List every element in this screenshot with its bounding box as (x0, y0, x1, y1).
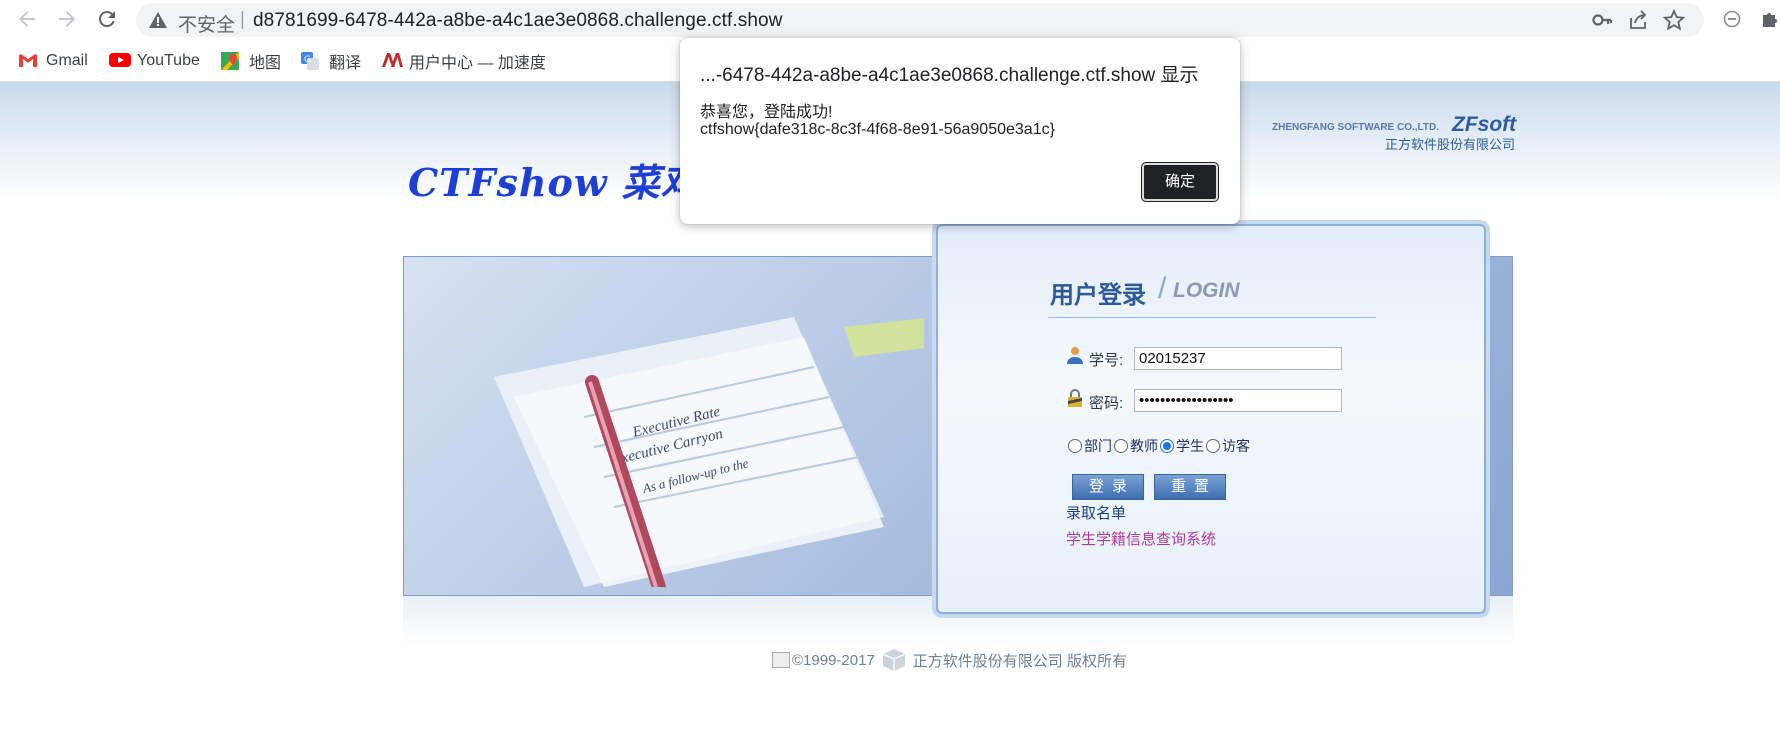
role-label: 教师 (1130, 438, 1158, 454)
share-icon[interactable] (1627, 9, 1649, 31)
star-icon[interactable] (1662, 8, 1686, 31)
dialog-ok-button[interactable]: 确定 (1142, 163, 1218, 201)
security-label[interactable]: 不安全 (178, 10, 235, 37)
login-button[interactable]: 登录 (1072, 474, 1144, 500)
bookmark-gmail[interactable]: Gmail (18, 50, 88, 72)
forward-arrow-icon[interactable] (54, 7, 80, 33)
login-divider (1048, 317, 1376, 318)
login-title-en: LOGIN (1173, 279, 1240, 302)
address-bar[interactable]: 不安全 | d8781699-6478-442a-a8be-a4c1ae3e08… (136, 3, 1704, 37)
bookmark-label: Gmail (46, 52, 88, 69)
password-input[interactable] (1134, 389, 1342, 412)
warning-icon[interactable] (148, 10, 168, 30)
svg-text:G: G (304, 55, 311, 65)
radio-button[interactable] (1114, 439, 1128, 453)
accel-icon (381, 52, 403, 70)
student-records-link[interactable]: 学生学籍信息查询系统 (1066, 528, 1216, 549)
url-text[interactable]: d8781699-6478-442a-a8be-a4c1ae3e0868.cha… (253, 10, 782, 32)
dialog-message: 恭喜您，登陆成功! (700, 104, 833, 121)
bookmark-label: YouTube (137, 52, 200, 69)
footer: ©1999-2017 正方软件股份有限公司 版权所有 (772, 648, 1127, 672)
reset-button[interactable]: 重置 (1154, 474, 1226, 500)
papers-pen-illustration: Executive Rate Executive Carryon As a fo… (494, 317, 924, 587)
youtube-icon (109, 52, 131, 70)
role-radio-teacher[interactable]: 教师 (1114, 436, 1158, 456)
minus-circle-icon[interactable] (1722, 9, 1744, 31)
login-title-divider: / (1158, 272, 1167, 305)
broken-image-icon (772, 652, 790, 668)
student-id-label: 学号: (1089, 352, 1124, 369)
company-name-en: ZHENGFANG SOFTWARE CO.,LTD. (1272, 122, 1440, 133)
bookmark-label: 地图 (249, 55, 282, 72)
role-label: 学生 (1176, 438, 1204, 454)
footer-copyright: ©1999-2017 (792, 651, 875, 669)
dialog-title: ...-6478-442a-a8be-a4c1ae3e0868.challeng… (700, 65, 1199, 86)
translate-icon: G (301, 52, 321, 70)
password-label: 密码: (1089, 395, 1124, 412)
bookmark-youtube[interactable]: YouTube (109, 50, 200, 72)
role-radio-department[interactable]: 部门 (1068, 436, 1112, 456)
company-cube-icon (881, 648, 907, 672)
gmail-icon (18, 52, 38, 70)
bookmark-label: 用户中心 — 加速度 (409, 55, 546, 72)
reload-icon[interactable] (94, 7, 120, 33)
radio-button[interactable] (1068, 439, 1082, 453)
bookmark-label: 翻译 (329, 55, 362, 72)
login-title: 用户登录 (1050, 282, 1146, 309)
admission-list-link[interactable]: 录取名单 (1066, 502, 1126, 523)
maps-icon (221, 52, 241, 70)
omnibox-separator: | (240, 9, 245, 30)
role-label: 部门 (1084, 438, 1112, 454)
role-radio-visitor[interactable]: 访客 (1206, 436, 1250, 456)
extensions-icon[interactable] (1760, 9, 1780, 31)
back-arrow-icon[interactable] (14, 7, 40, 33)
dialog-flag-text: ctfshow{dafe318c-8c3f-4f68-8e91-56a9050e… (700, 121, 1055, 138)
bookmark-accel[interactable]: 用户中心 — 加速度 (381, 50, 546, 72)
lock-icon (1066, 389, 1084, 407)
role-radio-group: 部门 教师 学生 访客 (1068, 436, 1252, 456)
radio-button[interactable] (1160, 439, 1174, 453)
bookmark-maps[interactable]: 地图 (221, 50, 281, 72)
browser-toolbar: 不安全 | d8781699-6478-442a-a8be-a4c1ae3e08… (0, 0, 1780, 40)
alert-dialog: ...-6478-442a-a8be-a4c1ae3e0868.challeng… (680, 38, 1240, 224)
user-icon (1066, 346, 1084, 364)
radio-button[interactable] (1206, 439, 1220, 453)
role-radio-student[interactable]: 学生 (1160, 436, 1204, 456)
company-name-cn: 正方软件股份有限公司 (1385, 137, 1516, 152)
student-id-input[interactable] (1134, 347, 1342, 370)
bookmark-translate[interactable]: G 翻译 (301, 50, 361, 72)
footer-company: 正方软件股份有限公司 版权所有 (912, 652, 1127, 670)
key-icon[interactable] (1591, 9, 1613, 31)
role-label: 访客 (1222, 438, 1250, 454)
